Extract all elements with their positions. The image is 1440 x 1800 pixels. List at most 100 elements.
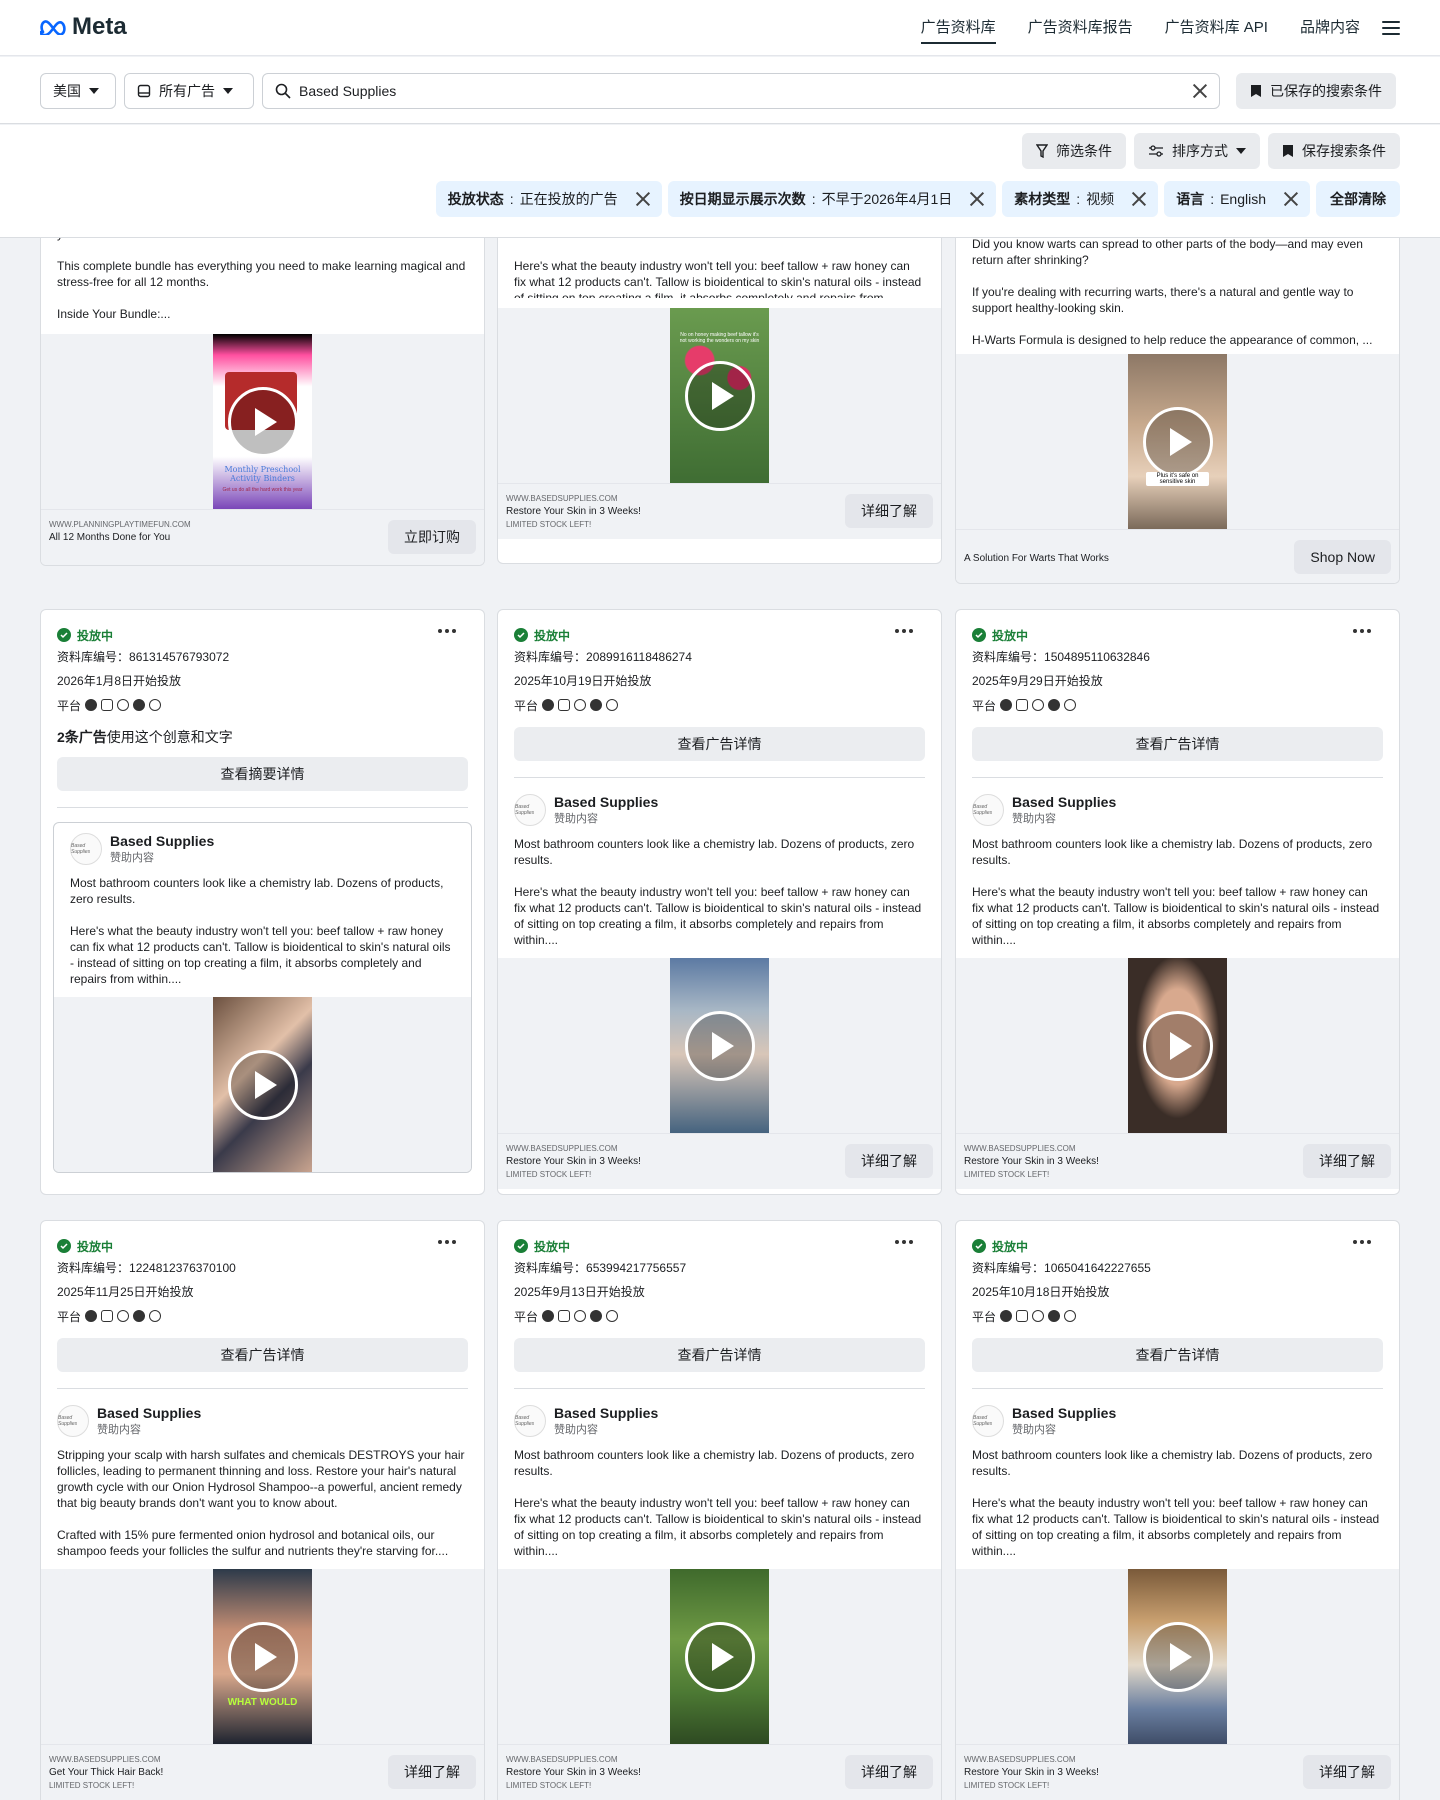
remove-chip-icon[interactable] bbox=[1132, 192, 1146, 206]
view-ad-details-button[interactable]: 查看广告详情 bbox=[57, 1338, 468, 1372]
check-icon bbox=[972, 1239, 986, 1253]
instagram-icon bbox=[1016, 699, 1029, 711]
cta-button[interactable]: 详细了解 bbox=[388, 1755, 476, 1789]
facebook-icon bbox=[1000, 1310, 1013, 1322]
play-icon[interactable] bbox=[1142, 1010, 1213, 1081]
play-icon[interactable] bbox=[1142, 1621, 1213, 1692]
advertiser-name[interactable]: Based Supplies bbox=[554, 1405, 658, 1421]
filters-button[interactable]: 筛选条件 bbox=[1022, 133, 1126, 169]
play-icon[interactable] bbox=[684, 360, 755, 431]
cta-button[interactable]: 详细了解 bbox=[845, 494, 933, 528]
ad-video[interactable]: No on honey making beef tallow it's not … bbox=[498, 308, 941, 483]
nav-ad-library-report[interactable]: 广告资料库报告 bbox=[1028, 0, 1133, 56]
ad-video[interactable] bbox=[54, 997, 471, 1172]
filter-chip-status[interactable]: 投放状态: 正在投放的广告 bbox=[435, 181, 662, 217]
ad-footer: WWW.BASEDSUPPLIES.COM Restore Your Skin … bbox=[956, 1133, 1399, 1189]
cta-button[interactable]: Shop Now bbox=[1294, 540, 1391, 574]
threads-icon bbox=[149, 1310, 162, 1322]
audience-network-icon bbox=[574, 1310, 587, 1322]
more-options-icon[interactable] bbox=[895, 1240, 913, 1244]
ad-video[interactable] bbox=[498, 1569, 941, 1744]
advertiser-avatar[interactable]: Based Supplies bbox=[57, 1405, 89, 1437]
cta-button[interactable]: 立即订购 bbox=[388, 520, 476, 554]
instagram-icon bbox=[558, 1310, 571, 1322]
saved-searches-button[interactable]: 已保存的搜索条件 bbox=[1236, 73, 1396, 109]
ad-video[interactable] bbox=[956, 1569, 1399, 1744]
ad-video[interactable] bbox=[956, 958, 1399, 1133]
sort-button[interactable]: 排序方式 bbox=[1134, 133, 1260, 169]
cta-button[interactable]: 详细了解 bbox=[845, 1755, 933, 1789]
more-options-icon[interactable] bbox=[438, 1240, 456, 1244]
more-options-icon[interactable] bbox=[1353, 629, 1371, 633]
thumb-caption: WHAT WOULD bbox=[227, 1697, 298, 1708]
view-ad-details-button[interactable]: 查看广告详情 bbox=[972, 727, 1383, 761]
ad-video[interactable]: WHAT WOULD bbox=[41, 1569, 484, 1744]
remove-chip-icon[interactable] bbox=[636, 192, 650, 206]
thumb-caption: Monthly Preschool Activity Binders bbox=[224, 465, 301, 483]
clear-search-icon[interactable] bbox=[1193, 84, 1207, 98]
view-ad-details-button[interactable]: 查看广告详情 bbox=[514, 727, 925, 761]
ad-category-select[interactable]: 所有广告 bbox=[124, 73, 254, 109]
messenger-icon bbox=[133, 1310, 146, 1322]
play-icon[interactable] bbox=[227, 1049, 298, 1120]
view-ad-details-button[interactable]: 查看广告详情 bbox=[972, 1338, 1383, 1372]
view-summary-details-button[interactable]: 查看摘要详情 bbox=[57, 757, 468, 791]
advertiser-avatar[interactable]: Based Supplies bbox=[514, 794, 546, 826]
view-ad-details-button[interactable]: 查看广告详情 bbox=[514, 1338, 925, 1372]
status-label: 投放中 bbox=[992, 628, 1029, 643]
play-icon[interactable] bbox=[684, 1621, 755, 1692]
remove-chip-icon[interactable] bbox=[970, 192, 984, 206]
advertiser-avatar[interactable]: Based Supplies bbox=[514, 1405, 546, 1437]
ad-video[interactable]: Plus it's safe on sensitive skin bbox=[956, 354, 1399, 529]
start-date: 2025年11月25日开始投放 bbox=[57, 1285, 194, 1299]
sponsored-label: 赞助内容 bbox=[97, 1424, 141, 1436]
save-search-button[interactable]: 保存搜索条件 bbox=[1268, 133, 1400, 169]
advertiser-name[interactable]: Based Supplies bbox=[110, 833, 214, 849]
advertiser-name[interactable]: Based Supplies bbox=[97, 1405, 201, 1421]
advertiser-name[interactable]: Based Supplies bbox=[554, 794, 658, 810]
divider bbox=[514, 777, 925, 778]
play-icon[interactable] bbox=[684, 1010, 755, 1081]
divider bbox=[57, 1388, 468, 1389]
cta-button[interactable]: 详细了解 bbox=[1303, 1144, 1391, 1178]
divider bbox=[57, 807, 468, 808]
country-select[interactable]: 美国 bbox=[40, 73, 116, 109]
play-icon[interactable] bbox=[227, 386, 298, 457]
divider bbox=[972, 777, 1383, 778]
more-options-icon[interactable] bbox=[895, 629, 913, 633]
nav-branded-content[interactable]: 品牌内容 bbox=[1300, 0, 1360, 56]
instagram-icon bbox=[101, 699, 114, 711]
play-icon[interactable] bbox=[1142, 406, 1213, 477]
thumb-caption: Plus it's safe on sensitive skin bbox=[1146, 472, 1209, 486]
more-options-icon[interactable] bbox=[438, 629, 456, 633]
facebook-icon bbox=[85, 699, 98, 711]
ad-video[interactable]: Monthly Preschool Activity Binders Get u… bbox=[41, 334, 484, 509]
cta-button[interactable]: 详细了解 bbox=[845, 1144, 933, 1178]
summary-rest: 使用这个创意和文字 bbox=[106, 729, 233, 745]
filter-chip-media-type[interactable]: 素材类型: 视频 bbox=[1002, 181, 1159, 217]
more-options-icon[interactable] bbox=[1353, 1240, 1371, 1244]
sort-label: 排序方式 bbox=[1172, 143, 1228, 159]
cta-button[interactable]: 详细了解 bbox=[1303, 1755, 1391, 1789]
meta-logo[interactable]: Meta bbox=[40, 13, 127, 41]
hamburger-menu-icon[interactable] bbox=[1382, 21, 1400, 35]
remove-chip-icon[interactable] bbox=[1284, 192, 1298, 206]
clear-all-button[interactable]: 全部清除 bbox=[1316, 181, 1400, 217]
advertiser-avatar[interactable]: Based Supplies bbox=[70, 833, 102, 865]
advertiser-avatar[interactable]: Based Supplies bbox=[972, 1405, 1004, 1437]
threads-icon bbox=[606, 1310, 619, 1322]
ad-video[interactable] bbox=[498, 958, 941, 1133]
platforms: 平台 bbox=[514, 1304, 925, 1328]
threads-icon bbox=[606, 699, 619, 711]
advertiser-avatar[interactable]: Based Supplies bbox=[972, 794, 1004, 826]
advertiser-name[interactable]: Based Supplies bbox=[1012, 794, 1116, 810]
filter-chip-language[interactable]: 语言: English bbox=[1164, 181, 1310, 217]
nav-ad-library-api[interactable]: 广告资料库 API bbox=[1165, 0, 1268, 56]
messenger-icon bbox=[133, 699, 146, 711]
filter-chip-date[interactable]: 按日期显示展示次数: 不早于2026年4月1日 bbox=[667, 181, 997, 217]
advertiser-name[interactable]: Based Supplies bbox=[1012, 1405, 1116, 1421]
search-input[interactable] bbox=[299, 83, 1185, 99]
nav-ad-library[interactable]: 广告资料库 bbox=[920, 0, 996, 56]
facebook-icon bbox=[542, 699, 555, 711]
play-icon[interactable] bbox=[227, 1621, 298, 1692]
